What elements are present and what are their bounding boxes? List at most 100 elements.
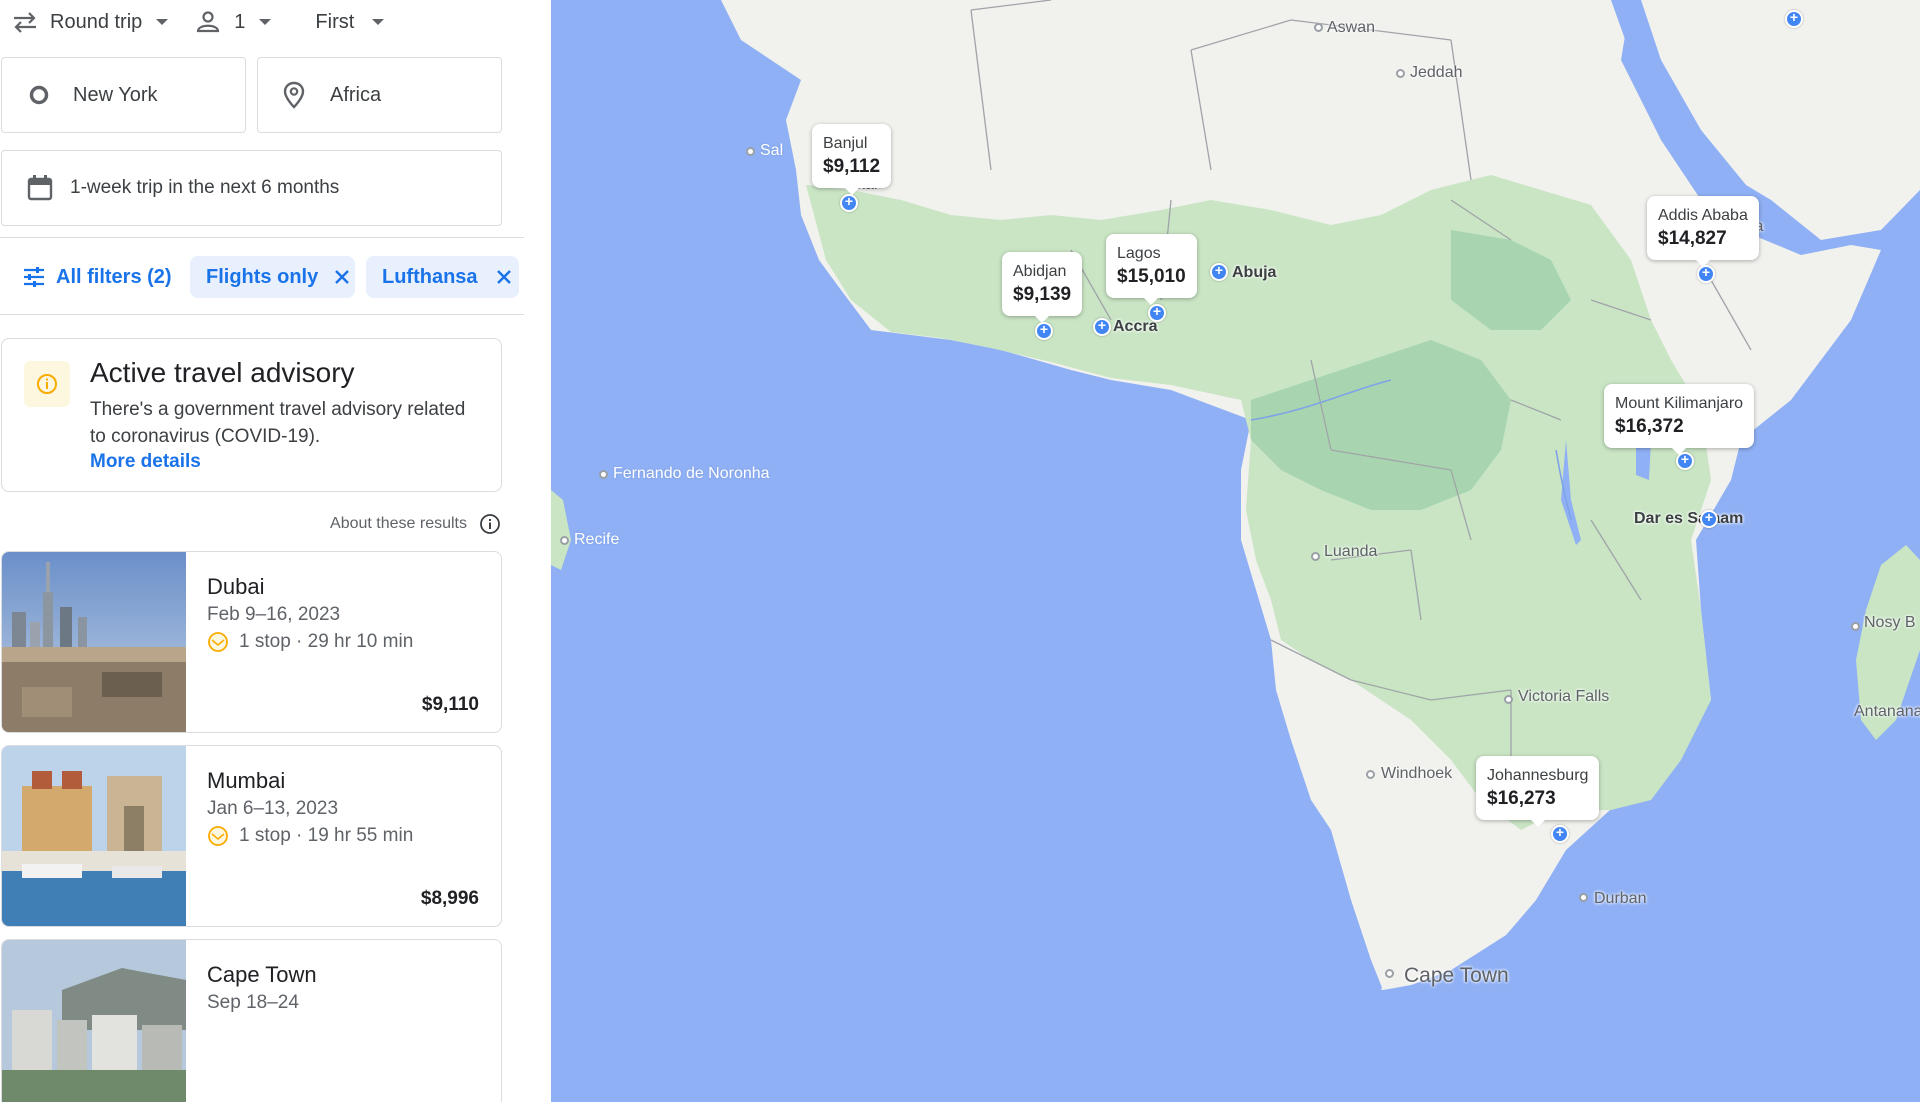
origin-field[interactable]: New York [1,57,246,133]
dubai-thumbnail [2,552,186,732]
lufthansa-logo-icon [208,826,228,846]
advisory-title: Active travel advisory [90,357,355,388]
result-stops: 1 stop · 29 hr 10 min [207,631,413,653]
map-dot [1311,552,1320,561]
price-pin-johannesburg[interactable]: Johannesburg $16,273 [1476,756,1600,827]
airport-marker[interactable] [1148,303,1166,322]
map-dot [1385,969,1394,978]
map-dot [1396,69,1405,78]
origin-circle-icon [29,85,49,105]
cabin-class-label: First [315,10,355,33]
close-icon[interactable] [334,269,350,285]
result-stops-text: 1 stop · 19 hr 55 min [239,825,414,846]
more-details-link[interactable]: More details [90,451,201,473]
map-dot [1314,23,1323,32]
pin-city: Lagos [1117,245,1161,262]
airport-marker[interactable] [1697,264,1715,283]
divider [0,237,524,238]
chip-label: Lufthansa [382,265,478,288]
person-icon [197,11,220,33]
destination-field[interactable]: Africa [257,57,502,133]
price-pin-lagos[interactable]: Lagos $15,010 [1106,234,1197,305]
passengers-dropdown[interactable]: 1 [196,0,272,44]
result-card-dubai[interactable]: Dubai Feb 9–16, 2023 1 stop · 29 hr 10 m… [1,551,502,733]
result-price: $8,996 [420,888,479,909]
lufthansa-logo-icon [208,632,228,652]
map-label-aswan: Aswan [1327,19,1376,36]
result-dates: Jan 6–13, 2023 [207,798,339,819]
close-icon[interactable] [496,269,512,285]
airport-marker[interactable] [1551,824,1569,843]
passengers-count: 1 [234,10,246,33]
map-label-dar-es-salaam: Dar es Salaam [1634,510,1744,527]
map-dot [1504,695,1513,704]
result-dates: Sep 18–24 [207,992,299,1013]
cabin-class-dropdown[interactable]: First [315,0,385,44]
date-field[interactable]: 1-week trip in the next 6 months [1,150,502,226]
chevron-down-icon [156,19,169,25]
info-icon [480,514,500,534]
chip-label: Flights only [206,265,319,288]
map-label-windhoek: Windhoek [1381,765,1453,782]
result-city: Cape Town [207,962,317,987]
filter-chip-flights-only[interactable]: Flights only [190,256,355,298]
airport-marker[interactable] [1210,262,1228,281]
search-options-bar: Round trip 1 First [0,0,385,44]
africa-map [551,0,1920,1102]
pin-price: $9,139 [1013,284,1072,305]
filter-chip-lufthansa[interactable]: Lufthansa [366,256,519,298]
swap-arrows-icon [14,12,36,33]
price-pin-abidjan[interactable]: Abidjan $9,139 [1002,252,1083,323]
map-dot [1579,893,1588,902]
map-label-accra: Accra [1113,318,1158,335]
divider [0,314,524,315]
map-label-recife: Recife [574,531,620,548]
result-stops: 1 stop · 19 hr 55 min [207,825,413,847]
result-stops-text: 1 stop · 29 hr 10 min [239,631,414,652]
pin-price: $16,273 [1487,788,1556,809]
map-label-durban: Durban [1594,890,1647,907]
price-pin-mount-kilimanjaro[interactable]: Mount Kilimanjaro $16,372 [1604,384,1755,455]
map-dot [560,536,569,545]
airport-marker[interactable] [1093,317,1111,336]
date-value: 1-week trip in the next 6 months [70,177,340,198]
result-city: Mumbai [207,768,286,793]
map-label-nosy-b: Nosy B [1864,614,1916,631]
map-dot [599,470,608,479]
chevron-down-icon [259,19,272,25]
airport-marker[interactable] [840,193,858,212]
airport-marker[interactable] [1035,321,1053,340]
result-card-mumbai[interactable]: Mumbai Jan 6–13, 2023 1 stop · 19 hr 55 … [1,745,502,927]
pin-price: $15,010 [1117,266,1186,287]
tune-icon [24,267,44,287]
map[interactable]: Aswan Jeddah Sal kar la Abuja Accra Fern… [551,0,1920,1102]
map-label-cape-town: Cape Town [1404,964,1509,987]
pin-city: Johannesburg [1487,767,1589,784]
map-label-victoria-falls: Victoria Falls [1518,688,1610,705]
about-results-label: About these results [330,515,467,532]
all-filters-label: All filters (2) [56,265,172,288]
location-pin-icon [283,81,305,109]
info-icon [24,361,70,407]
about-results[interactable]: About these results [330,513,501,535]
map-label-jeddah: Jeddah [1410,64,1463,81]
airport-marker[interactable] [1700,509,1718,528]
price-pin-addis-ababa[interactable]: Addis Ababa $14,827 [1647,196,1759,267]
map-label-luanda: Luanda [1324,543,1378,560]
pin-city: Mount Kilimanjaro [1615,395,1744,412]
price-pin-banjul[interactable]: Banjul $9,112 [812,124,892,195]
map-dot [746,147,755,156]
result-card-cape-town[interactable]: Cape Town Sep 18–24 [1,939,502,1102]
trip-type-label: Round trip [50,10,143,33]
all-filters-button[interactable]: All filters (2) [14,256,180,298]
pin-price: $16,372 [1615,416,1684,437]
pin-price: $14,827 [1658,228,1727,249]
result-dates: Feb 9–16, 2023 [207,604,341,625]
destination-value: Africa [330,83,382,106]
trip-type-dropdown[interactable]: Round trip [12,0,169,44]
map-label-abuja: Abuja [1232,264,1277,281]
map-dot [1366,770,1375,779]
airport-marker[interactable] [1785,9,1803,28]
pin-price: $9,112 [823,156,881,177]
result-city: Dubai [207,574,265,599]
